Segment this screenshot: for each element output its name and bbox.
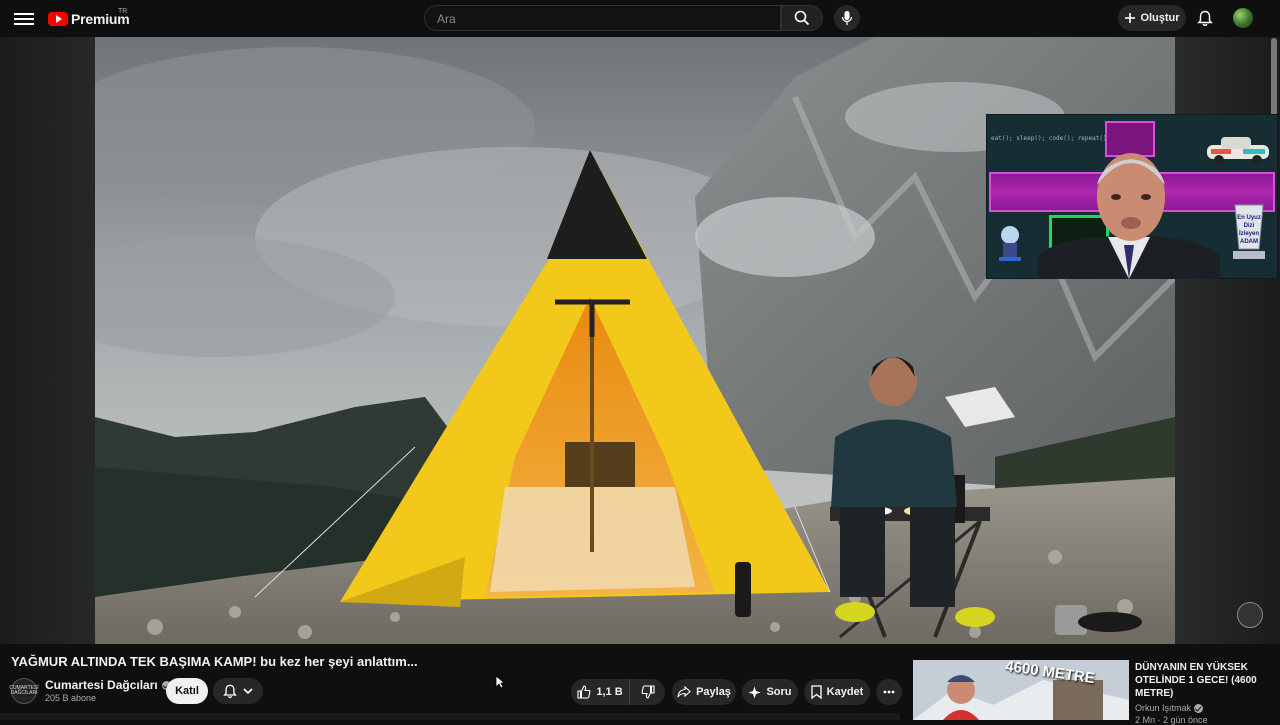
sparkle-icon xyxy=(748,686,761,698)
share-arrow-icon xyxy=(677,686,691,698)
channel-avatar[interactable]: CUMARTESİ DAĞCILARI xyxy=(9,678,39,704)
account-avatar[interactable] xyxy=(1233,8,1253,28)
more-horizontal-icon xyxy=(883,690,895,694)
youtube-play-icon xyxy=(48,12,68,26)
logo-region: TR xyxy=(118,8,128,15)
bell-icon xyxy=(223,684,237,698)
save-button[interactable]: Kaydet xyxy=(804,679,870,705)
channel-name[interactable]: Cumartesi Dağcıları xyxy=(45,678,171,692)
more-actions-button[interactable] xyxy=(876,679,902,705)
notification-settings-button[interactable] xyxy=(213,678,263,704)
like-button[interactable]: 1,1 B xyxy=(571,679,629,705)
voice-search-button[interactable] xyxy=(834,5,860,31)
video-backdrop-left xyxy=(0,37,95,644)
channel-name-text[interactable]: Cumartesi Dağcıları xyxy=(45,678,158,692)
bookmark-icon xyxy=(811,685,822,699)
overlay-label-line: İzleyen xyxy=(1238,231,1259,237)
create-button[interactable]: Oluştur xyxy=(1118,5,1186,31)
page-scrollbar[interactable] xyxy=(1271,38,1277,118)
subscriber-count: 205 B abone xyxy=(45,693,97,703)
recommended-video-title[interactable]: DÜNYANIN EN YÜKSEK OTELİNDE 1 GECE! (460… xyxy=(1135,661,1275,700)
share-label: Paylaş xyxy=(696,686,731,698)
anime-figure-icon xyxy=(999,226,1021,261)
recommended-channel-name[interactable]: Orkun Işıtmak xyxy=(1135,703,1191,713)
recommended-channel[interactable]: Orkun Işıtmak xyxy=(1135,703,1204,713)
like-count: 1,1 B xyxy=(596,686,623,698)
overlay-trophy-label: En Uyuz Dizi İzleyen ADAM xyxy=(1233,214,1265,246)
menu-icon[interactable] xyxy=(14,10,34,28)
description-box-edge[interactable] xyxy=(0,713,900,720)
recommended-video-thumbnail[interactable]: 4600 METRE xyxy=(913,660,1129,720)
channel-watermark[interactable] xyxy=(1237,602,1263,628)
ask-button[interactable]: Soru xyxy=(742,679,798,705)
overlay-label-line: En Uyuz xyxy=(1237,215,1261,221)
join-button[interactable]: Katıl xyxy=(166,678,208,704)
plus-icon xyxy=(1125,13,1136,23)
overlay-label-line: ADAM xyxy=(1240,239,1258,245)
video-title: YAĞMUR ALTINDA TEK BAŞIMA KAMP! bu kez h… xyxy=(11,654,418,669)
thumbs-up-icon xyxy=(577,685,591,699)
verified-check-icon xyxy=(1194,703,1204,713)
mouse-cursor-icon xyxy=(495,675,505,689)
dislike-button[interactable] xyxy=(629,679,665,705)
ask-label: Soru xyxy=(766,686,792,698)
bell-icon xyxy=(1197,10,1213,26)
thumbs-down-icon xyxy=(641,685,655,699)
save-label: Kaydet xyxy=(826,686,864,698)
chevron-down-icon xyxy=(243,687,253,694)
notifications-button[interactable] xyxy=(1195,8,1215,28)
youtube-premium-logo[interactable]: Premium TR xyxy=(48,8,130,28)
create-label: Oluştur xyxy=(1140,12,1180,24)
overlay-label-line: Dizi xyxy=(1243,223,1255,229)
search-button[interactable] xyxy=(781,5,823,31)
search-input[interactable] xyxy=(435,11,769,27)
share-button[interactable]: Paylaş xyxy=(672,679,736,705)
top-bar: Premium TR Oluştur xyxy=(0,0,1280,37)
search-box xyxy=(424,5,781,31)
search-icon xyxy=(794,10,810,26)
recommended-video-meta: 2 Mn · 2 gün önce xyxy=(1135,715,1208,725)
streamer-webcam-person xyxy=(1038,153,1220,279)
microphone-icon xyxy=(841,11,853,25)
overlay-code-text: eat(); sleep(); code(); repeat(); xyxy=(991,135,1111,142)
